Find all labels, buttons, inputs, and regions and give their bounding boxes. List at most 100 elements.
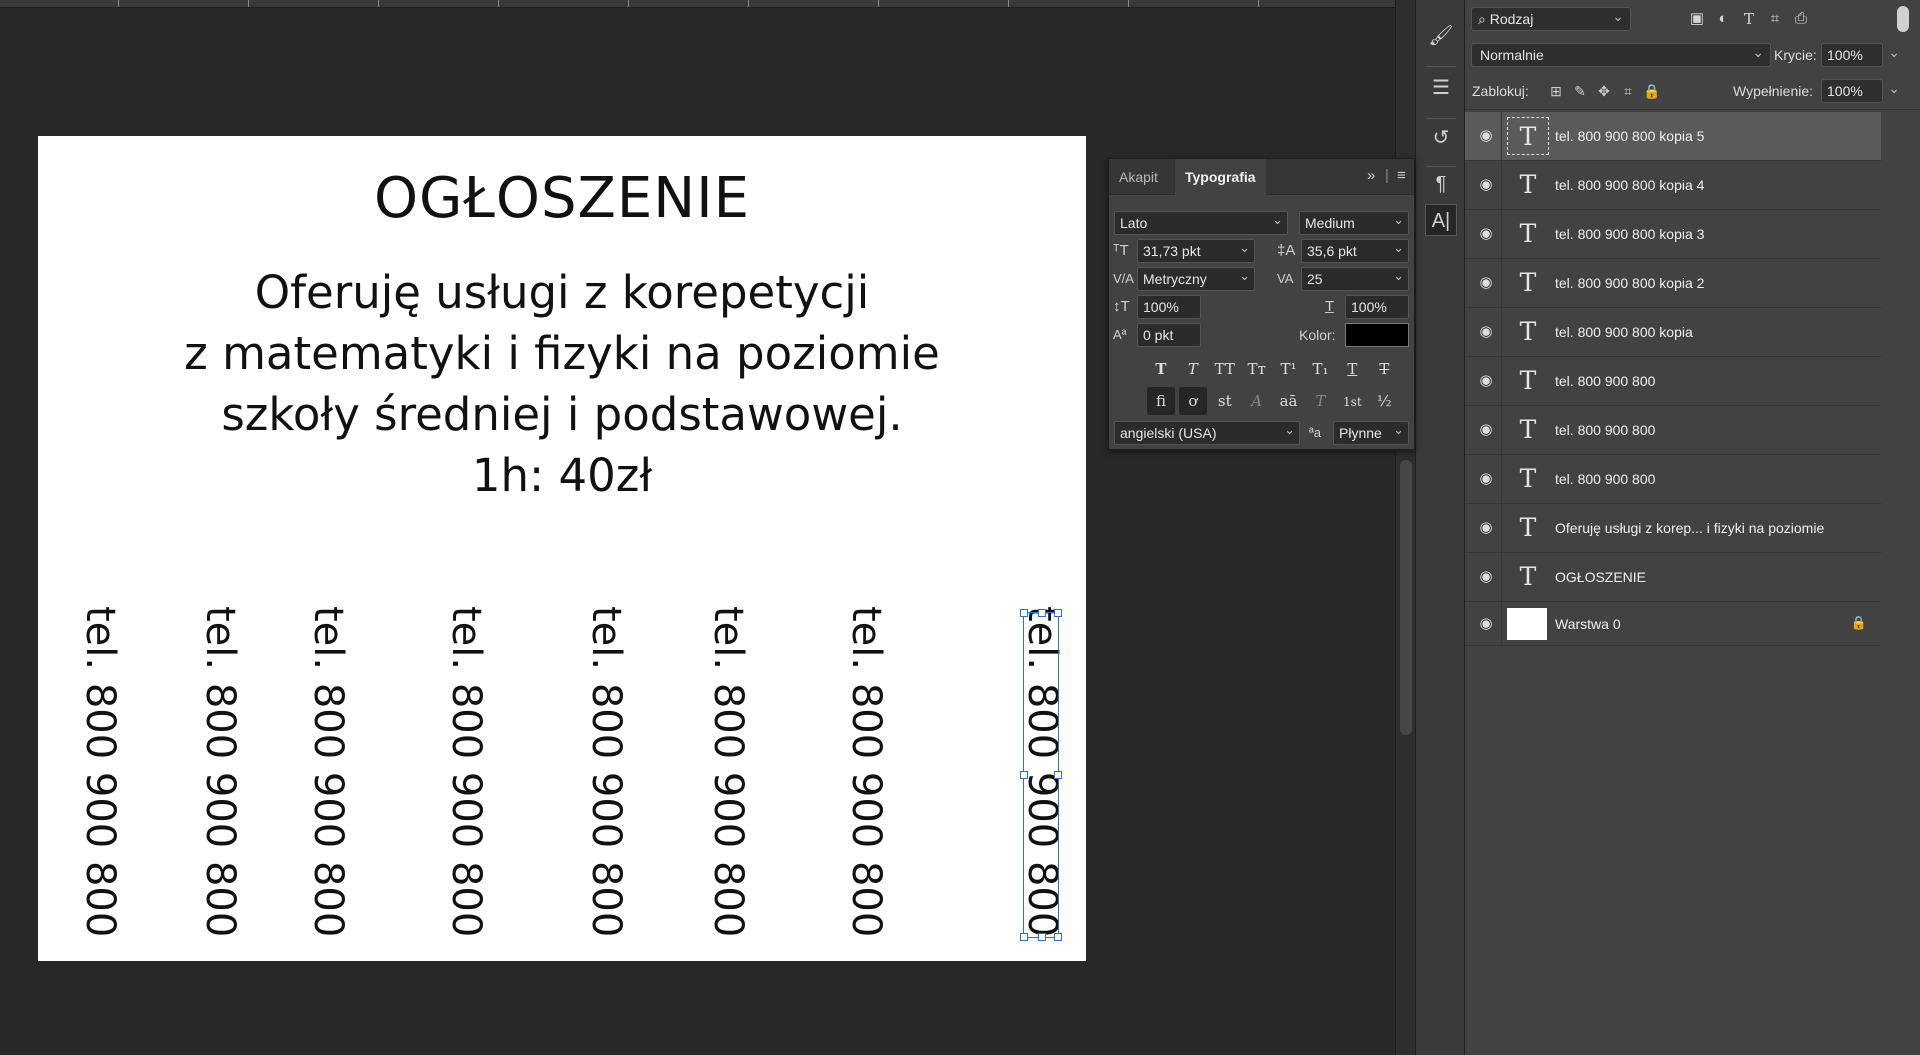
layer-row[interactable]: ◉ T tel. 800 900 800 kopia [1465,308,1881,357]
eye-icon[interactable]: ◉ [1475,469,1497,489]
phone-number-vertical[interactable]: tel. 800 900 800 [836,606,896,938]
horizontal-scale-icon: T̲ [1325,298,1335,315]
layer-row[interactable]: ◉ T Oferuję usługi z korep... i fizyki n… [1465,504,1881,553]
layer-row[interactable]: ◉ T tel. 800 900 800 kopia 3 [1465,210,1881,259]
font-family-select[interactable]: Lato [1114,209,1288,235]
phone-number-vertical[interactable]: tel. 800 900 800 [436,606,496,937]
selection-handle[interactable] [1038,609,1046,617]
pixel-layer-filter-icon[interactable]: ▣ [1687,9,1707,29]
layer-row[interactable]: ◉ T tel. 800 900 800 [1465,406,1881,455]
small-caps-button[interactable]: Tт [1243,355,1271,383]
tab-typography[interactable]: Typografia [1175,159,1266,195]
baseline-shift-field[interactable]: 0 pkt [1137,323,1201,347]
eye-icon[interactable]: ◉ [1475,614,1497,634]
horizontal-scale-field[interactable]: 100% [1345,295,1409,319]
layer-kind-filter[interactable]: ⌕ Rodzaj [1471,5,1631,31]
eye-icon[interactable]: ◉ [1475,518,1497,538]
layers-panel: ⌕ Rodzaj ▣ ◐ T ⌗ ⎙ Normalnie Krycie: 100… [1465,0,1920,1055]
antialias-select[interactable]: Płynne [1333,419,1409,445]
phone-number-vertical[interactable]: tel. 800 900 800 [576,606,636,937]
layer-row[interactable]: ◉ T tel. 800 900 800 [1465,357,1881,406]
collapse-panel-icon[interactable]: » [1367,167,1375,184]
phone-text: tel. 800 900 800 [197,606,243,938]
old-style-button[interactable]: ơ [1178,387,1207,415]
strikethrough-button[interactable]: T [1370,355,1398,383]
history-icon[interactable]: ↺ [1425,122,1457,154]
phone-text: tel. 800 900 800 [843,606,889,938]
faux-italic-button[interactable]: T [1179,355,1207,383]
opacity-field[interactable]: 100% [1821,41,1900,67]
layer-name: tel. 800 900 800 [1555,471,1656,487]
vertical-scale-field[interactable]: 100% [1137,295,1201,319]
phone-number-vertical[interactable]: tel. 800 900 800 [698,606,758,937]
lock-all-icon[interactable]: 🔒 [1643,82,1661,100]
eye-icon[interactable]: ◉ [1475,371,1497,391]
document-canvas[interactable]: OGŁOSZENIE Oferuję usługi z korepetycji … [38,136,1086,961]
selection-handle[interactable] [1054,933,1062,941]
eye-icon[interactable]: ◉ [1475,175,1497,195]
lock-transparent-icon[interactable]: ⊞ [1547,82,1565,100]
paragraph-icon[interactable]: ¶ [1425,168,1457,200]
filter-toggle[interactable] [1897,6,1909,32]
scrollbar-thumb[interactable] [1400,460,1412,735]
layer-row[interactable]: ◉ T OGŁOSZENIE [1465,553,1881,602]
selection-handle[interactable] [1054,771,1062,779]
lock-position-icon[interactable]: ✥ [1595,82,1613,100]
layer-row[interactable]: ◉ T tel. 800 900 800 kopia 5 [1465,112,1881,161]
subscript-button[interactable]: T₁ [1306,355,1334,383]
stylistic-alternates-button[interactable]: aā [1275,387,1303,415]
eye-icon[interactable]: ◉ [1475,567,1497,587]
kerning-select[interactable]: Metryczny [1137,265,1255,291]
tab-paragraph[interactable]: Akapit [1109,159,1168,195]
smart-object-filter-icon[interactable]: ⎙ [1791,9,1811,29]
discretionary-ligatures-button[interactable]: st [1211,387,1239,415]
doc-body-line: Oferuję usługi z korepetycji [254,266,870,319]
brush-settings-icon[interactable]: 🖌 [1425,20,1457,52]
font-size-field[interactable]: 31,73 pkt [1137,237,1255,263]
eye-icon[interactable]: ◉ [1475,322,1497,342]
blend-mode-select[interactable]: Normalnie [1471,41,1771,67]
layer-row[interactable]: ◉ T tel. 800 900 800 [1465,455,1881,504]
text-selection-box[interactable] [1020,609,1062,941]
selection-handle[interactable] [1020,609,1028,617]
eye-icon[interactable]: ◉ [1475,420,1497,440]
panel-menu-icon[interactable]: ≡ [1397,167,1406,184]
underline-button[interactable]: T [1338,355,1366,383]
all-caps-button[interactable]: TT [1211,355,1239,383]
eye-icon[interactable]: ◉ [1475,126,1497,146]
superscript-button[interactable]: T¹ [1275,355,1303,383]
shape-layer-filter-icon[interactable]: ⌗ [1765,9,1785,29]
phone-number-vertical[interactable]: tel. 800 900 800 [298,606,358,937]
fractions-button[interactable]: ½ [1370,387,1398,415]
ordinals-button[interactable]: 1st [1338,388,1366,416]
ligatures-button[interactable]: fi [1147,387,1175,415]
adjustment-layer-filter-icon[interactable]: ◐ [1713,9,1733,29]
phone-number-vertical[interactable]: tel. 800 900 800 [190,606,250,938]
selection-handle[interactable] [1020,933,1028,941]
selection-handle[interactable] [1038,933,1046,941]
faux-bold-button[interactable]: T [1147,355,1175,383]
layer-row[interactable]: ◉ T tel. 800 900 800 kopia 2 [1465,259,1881,308]
leading-field[interactable]: 35,6 pkt [1301,237,1409,263]
horizontal-ruler[interactable] [0,0,1395,8]
tracking-field[interactable]: 25 [1301,265,1409,291]
eye-icon[interactable]: ◉ [1475,224,1497,244]
layer-row[interactable]: ◉ T tel. 800 900 800 kopia 4 [1465,161,1881,210]
panel-icon-strip: 🖌 ☰ ↺ ¶ A| [1415,0,1465,1055]
eye-icon[interactable]: ◉ [1475,273,1497,293]
text-layer-filter-icon[interactable]: T [1739,9,1759,29]
font-style-select[interactable]: Medium [1299,209,1409,235]
selection-handle[interactable] [1020,771,1028,779]
layer-row[interactable]: ◉ Warstwa 0 🔒 [1465,602,1881,646]
text-color-swatch[interactable] [1345,323,1409,347]
swash-button[interactable]: A [1243,387,1271,415]
language-select[interactable]: angielski (USA) [1114,419,1300,445]
lock-artboard-icon[interactable]: ⌗ [1619,82,1637,100]
adjustments-icon[interactable]: ☰ [1425,72,1457,104]
titling-alternates-button[interactable]: T [1306,387,1334,415]
fill-field[interactable]: 100% [1821,77,1900,103]
phone-number-vertical[interactable]: tel. 800 900 800 [70,606,130,937]
lock-image-icon[interactable]: ✎ [1571,82,1589,100]
character-panel-icon[interactable]: A| [1425,204,1457,236]
selection-handle[interactable] [1054,609,1062,617]
